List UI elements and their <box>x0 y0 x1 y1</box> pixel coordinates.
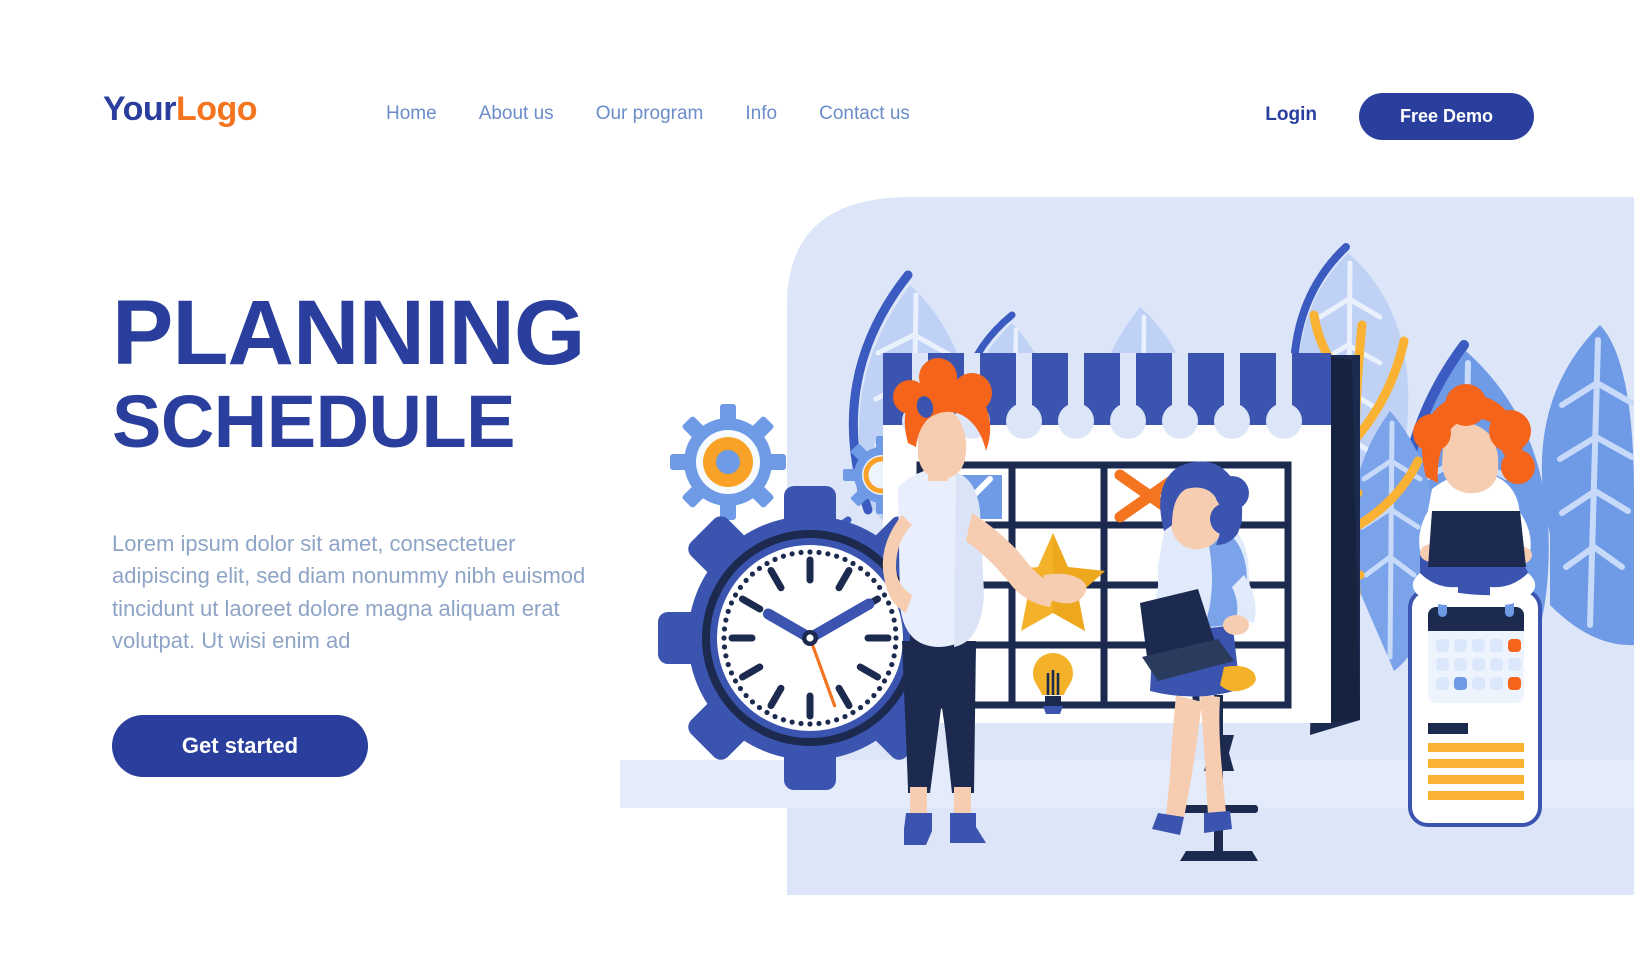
mini-calendar-widget <box>1428 599 1524 703</box>
get-started-button[interactable]: Get started <box>112 715 368 778</box>
nav-item-our-program[interactable]: Our program <box>596 103 704 125</box>
nav-item-info[interactable]: Info <box>745 103 777 125</box>
site-header: YourLogo Home About us Our program Info … <box>0 0 1634 200</box>
hero-copy: PLANNING SCHEDULE Lorem ipsum dolor sit … <box>112 282 672 778</box>
page-title-line-1: PLANNING <box>112 282 585 384</box>
phone-card <box>1408 588 1542 827</box>
mini-calendar-dots <box>1436 639 1521 690</box>
main-navigation: Home About us Our program Info Contact u… <box>386 103 910 125</box>
login-link[interactable]: Login <box>1265 104 1317 126</box>
nav-item-home[interactable]: Home <box>386 103 437 125</box>
illustration-svg <box>620 197 1634 895</box>
hero-illustration <box>620 175 1634 895</box>
nav-item-about-us[interactable]: About us <box>479 103 554 125</box>
logo-text-primary: Your <box>103 90 176 128</box>
hero-paragraph: Lorem ipsum dolor sit amet, consectetuer… <box>112 531 586 654</box>
page-title-line-2: SCHEDULE <box>112 380 516 464</box>
nav-item-contact-us[interactable]: Contact us <box>819 103 910 125</box>
logo-text-accent: Logo <box>175 90 258 128</box>
logo[interactable]: YourLogo <box>103 90 258 129</box>
free-demo-button[interactable]: Free Demo <box>1359 93 1534 140</box>
landing-page: YourLogo Home About us Our program Info … <box>0 0 1634 980</box>
